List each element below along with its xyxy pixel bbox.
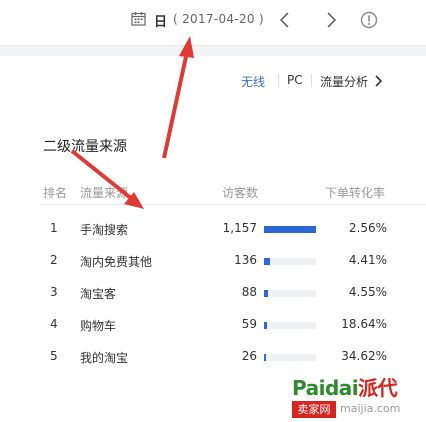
chevron-right-icon[interactable] xyxy=(322,10,340,30)
traffic-analysis-link[interactable]: 流量分析 xyxy=(320,73,368,90)
visitors-bar xyxy=(264,354,267,361)
visitors-bar xyxy=(264,322,267,329)
date-granularity-label[interactable]: 日 xyxy=(154,11,167,30)
watermark-brand: Paidai xyxy=(292,376,359,400)
rank-cell: 4 xyxy=(50,317,58,331)
column-header-rank: 排名 xyxy=(43,186,68,200)
visitors-cell: 136 xyxy=(234,253,257,267)
watermark-brand-cn: 派代 xyxy=(358,376,398,400)
table-row: 4 购物车 59 18.64% xyxy=(0,309,426,341)
conversion-rate-cell: 4.41% xyxy=(348,253,387,267)
column-header-visitors[interactable]: 访客数 xyxy=(222,184,258,201)
tab-divider xyxy=(278,74,279,87)
section-divider xyxy=(0,46,426,56)
visitors-bar xyxy=(264,290,268,297)
rank-cell: 2 xyxy=(50,253,58,267)
conversion-rate-cell: 18.64% xyxy=(341,317,387,331)
date-toolbar: 日 ( 2017-04-20 ) xyxy=(0,0,426,46)
table-row: 5 我的淘宝 26 34.62% xyxy=(0,341,426,373)
source-cell: 手淘搜索 xyxy=(80,223,129,237)
conversion-rate-cell: 4.55% xyxy=(348,285,387,299)
table-header-divider xyxy=(40,204,426,205)
tab-wireless[interactable]: 无线 xyxy=(241,73,265,90)
source-cell: 购物车 xyxy=(80,319,117,333)
source-cell: 淘宝客 xyxy=(80,287,117,301)
tab-divider xyxy=(311,74,312,87)
info-icon[interactable] xyxy=(360,11,378,29)
visitors-cell: 88 xyxy=(241,285,257,299)
table-row: 3 淘宝客 88 4.55% xyxy=(0,277,426,309)
watermark-url: maijia.com xyxy=(340,402,401,415)
source-cell: 我的淘宝 xyxy=(80,351,129,365)
conversion-rate-cell: 2.56% xyxy=(348,221,387,235)
visitors-cell: 26 xyxy=(241,349,257,363)
rank-cell: 1 xyxy=(50,221,58,235)
visitors-cell: 1,157 xyxy=(222,221,257,235)
tab-pc[interactable]: PC xyxy=(287,73,303,87)
column-header-conversion-rate[interactable]: 下单转化率 xyxy=(325,184,385,201)
conversion-rate-cell: 34.62% xyxy=(341,349,387,363)
visitors-bar xyxy=(264,258,271,265)
table-row: 2 淘内免费其他 136 4.41% xyxy=(0,245,426,277)
chevron-right-icon[interactable] xyxy=(373,74,383,88)
rank-cell: 5 xyxy=(50,349,58,363)
calendar-icon[interactable] xyxy=(131,11,146,26)
column-header-source: 流量来源 xyxy=(80,186,129,200)
table-row: 1 手淘搜索 1,157 2.56% xyxy=(0,213,426,245)
date-value[interactable]: ( 2017-04-20 ) xyxy=(173,12,264,26)
rank-cell: 3 xyxy=(50,285,58,299)
visitors-cell: 59 xyxy=(241,317,257,331)
watermark-badge: 卖家网 xyxy=(292,401,336,418)
watermark-logo: Paidai派代 xyxy=(292,372,398,401)
section-title: 二级流量来源 xyxy=(43,139,127,155)
source-cell: 淘内免费其他 xyxy=(80,255,153,269)
chevron-left-icon[interactable] xyxy=(276,10,294,30)
